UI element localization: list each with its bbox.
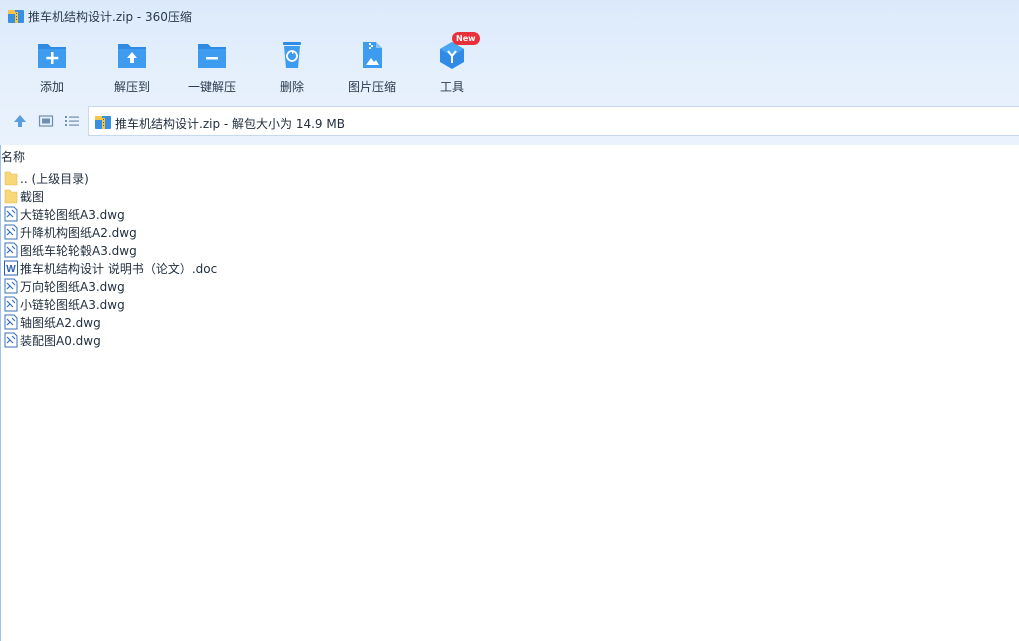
- dwg-file-icon: [4, 278, 18, 294]
- file-name: .. (上级目录): [20, 172, 89, 186]
- image-compress-label: 图片压缩: [347, 80, 396, 94]
- folder-icon: [4, 189, 18, 204]
- header: 推车机结构设计.zip - 360压缩 添加 解压到 一键解压 删除 图片压缩 …: [0, 0, 1019, 145]
- zip-file-icon: [95, 116, 111, 129]
- address-path: 推车机结构设计.zip - 解包大小为 14.9 MB: [115, 117, 345, 131]
- one-click-extract-label: 一键解压: [187, 80, 236, 94]
- file-name: 升降机构图纸A2.dwg: [20, 226, 137, 240]
- list-item[interactable]: 装配图A0.dwg: [0, 331, 600, 349]
- file-name: 截图: [20, 190, 45, 204]
- delete-label: 删除: [279, 80, 304, 94]
- folder-add-icon: [38, 44, 66, 68]
- tools-label: 工具: [439, 80, 464, 94]
- add-label: 添加: [39, 80, 64, 94]
- image-compress-button[interactable]: 图片压缩: [332, 36, 412, 98]
- one-click-extract-button[interactable]: 一键解压: [172, 36, 252, 98]
- file-name: 推车机结构设计 说明书（论文）.doc: [20, 262, 218, 276]
- folder-extract-icon: [118, 44, 146, 68]
- app-zip-icon: [8, 10, 24, 23]
- delete-button[interactable]: 删除: [252, 36, 332, 98]
- title-bar: 推车机结构设计.zip - 360压缩: [0, 0, 1019, 32]
- list-item[interactable]: 升降机构图纸A2.dwg: [0, 223, 600, 241]
- list-item[interactable]: .. (上级目录): [0, 169, 600, 187]
- dwg-file-icon: [4, 206, 18, 222]
- image-compress-icon: [363, 42, 382, 68]
- toolbar: 添加 解压到 一键解压 删除 图片压缩 New 工具: [0, 32, 1019, 98]
- up-arrow-icon[interactable]: [12, 113, 28, 129]
- file-name: 大链轮图纸A3.dwg: [20, 208, 125, 222]
- folder-icon: [4, 171, 18, 186]
- dwg-file-icon: [4, 242, 18, 258]
- word-doc-icon: W: [4, 260, 18, 276]
- trash-icon: [283, 42, 301, 68]
- address-bar[interactable]: 推车机结构设计.zip - 解包大小为 14.9 MB: [88, 106, 1019, 136]
- extract-to-label: 解压到: [113, 80, 150, 94]
- thumbnail-view-icon[interactable]: [38, 113, 54, 129]
- dwg-file-icon: [4, 296, 18, 312]
- extract-to-button[interactable]: 解压到: [92, 36, 172, 98]
- dwg-file-icon: [4, 314, 18, 330]
- list-view-icon[interactable]: [64, 113, 80, 129]
- dwg-file-icon: [4, 224, 18, 240]
- file-name: 图纸车轮轮毂A3.dwg: [20, 244, 137, 258]
- list-item[interactable]: 万向轮图纸A3.dwg: [0, 277, 600, 295]
- window-title: 推车机结构设计.zip - 360压缩: [28, 10, 192, 24]
- file-name: 小链轮图纸A3.dwg: [20, 298, 125, 312]
- one-click-extract-icon: [198, 44, 226, 68]
- list-item[interactable]: 图纸车轮轮毂A3.dwg: [0, 241, 600, 259]
- dwg-file-icon: [4, 332, 18, 348]
- list-item[interactable]: W 推车机结构设计 说明书（论文）.doc: [0, 259, 600, 277]
- column-header: 名称: [0, 148, 1019, 164]
- column-name-header[interactable]: 名称: [1, 148, 25, 165]
- list-item[interactable]: 大链轮图纸A3.dwg: [0, 205, 600, 223]
- file-name: 装配图A0.dwg: [20, 334, 101, 348]
- svg-text:W: W: [6, 264, 16, 275]
- file-name: 轴图纸A2.dwg: [20, 316, 101, 330]
- list-item[interactable]: 轴图纸A2.dwg: [0, 313, 600, 331]
- add-button[interactable]: 添加: [12, 36, 92, 98]
- list-item[interactable]: 小链轮图纸A3.dwg: [0, 295, 600, 313]
- new-badge: New: [452, 32, 480, 45]
- list-item[interactable]: 截图: [0, 187, 600, 205]
- file-name: 万向轮图纸A3.dwg: [20, 280, 125, 294]
- tools-button[interactable]: New 工具: [412, 32, 492, 98]
